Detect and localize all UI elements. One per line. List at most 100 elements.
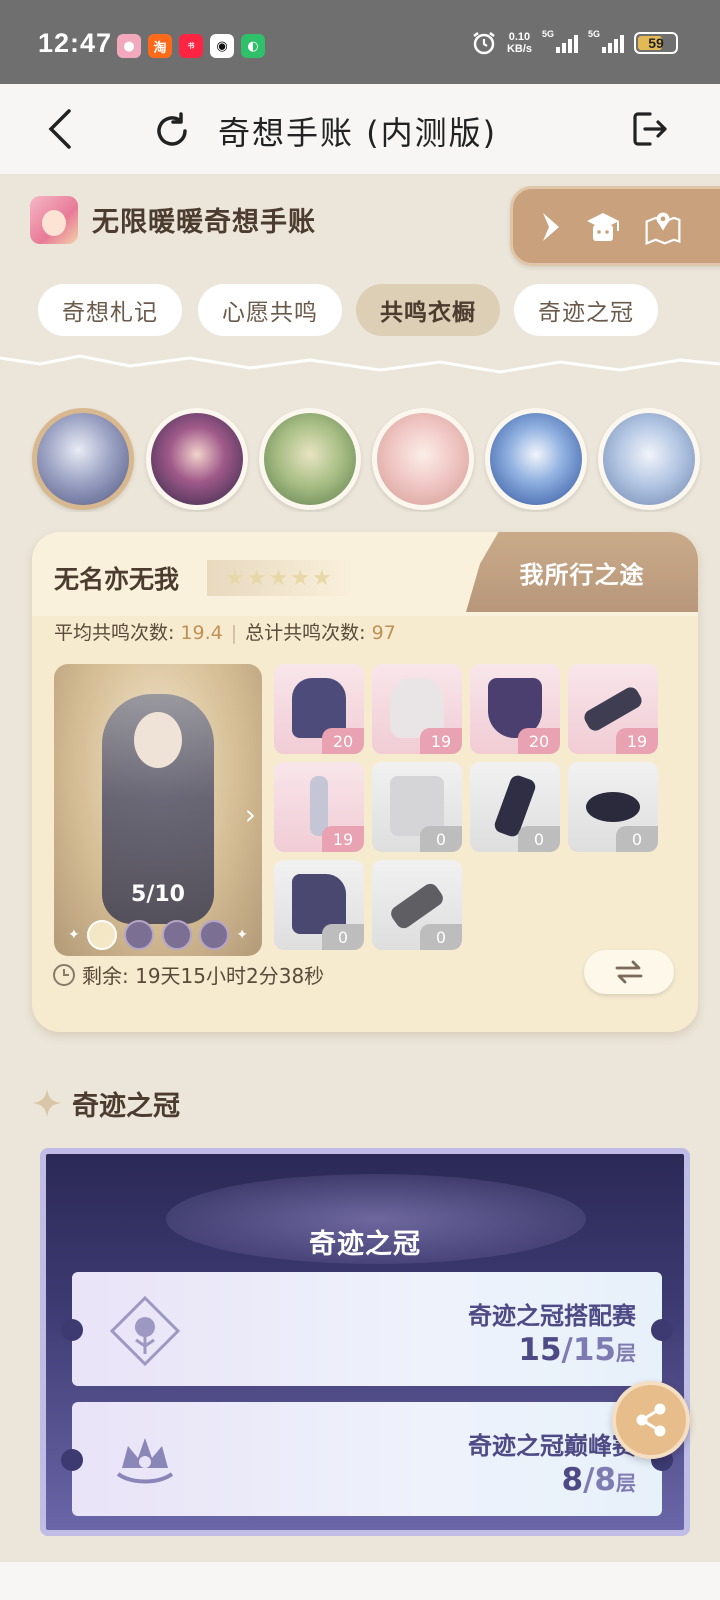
back-button[interactable] [40,106,80,152]
guide-button[interactable] [583,207,623,247]
character-4[interactable] [372,408,474,510]
item-dress[interactable]: 20 [274,664,364,754]
item-veil[interactable]: 20 [470,664,560,754]
swap-button[interactable] [584,950,674,994]
crown-entry-floors: 15/15层 [518,1332,636,1368]
crown-entry-styling-contest[interactable]: 奇迹之冠搭配赛 15/15层 [61,1272,673,1386]
nav-bar: 奇想手账 (内测版) [0,84,720,174]
section-title: 奇迹之冠 [72,1091,180,1122]
share-button[interactable] [612,1381,690,1459]
taobao-icon: 淘 [148,34,172,58]
evolution-dot-icon[interactable] [124,920,155,950]
miracle-crown-card: 奇迹之冠 奇迹之冠搭配赛 15/15层 奇迹之冠巅峰赛 8/8层 [40,1148,690,1536]
game-avatar [30,196,78,244]
suit-portrait[interactable]: › 5/10 ✦ ✦ [54,664,262,956]
character-1[interactable] [32,408,134,510]
crown-entry-floors: 8/8层 [562,1462,636,1498]
evolution-dot-icon[interactable] [161,920,192,950]
item-count: 0 [322,924,364,950]
item-count: 20 [518,728,560,754]
evolution-dot-icon[interactable] [87,920,118,950]
evolution-dot-icon[interactable] [198,920,229,950]
item-ornament[interactable]: 0 [470,762,560,852]
qq-icon: ◉ [210,34,234,58]
refresh-button[interactable] [150,109,194,153]
item-hat[interactable]: 0 [568,762,658,852]
play-button[interactable] [531,207,571,247]
item-count: 0 [616,826,658,852]
item-shoes[interactable]: 0 [274,860,364,950]
star-rating: ★ ★ ★ ★ ★ [207,560,357,596]
chevron-left-icon [48,109,71,149]
star-icon: ★ [225,565,245,591]
crown-entry-name: 奇迹之冠搭配赛 [468,1302,636,1330]
item-count: 19 [616,728,658,754]
exit-button[interactable] [628,107,672,151]
clock: 12:47 [38,28,113,58]
crown-entry-peak-contest[interactable]: 奇迹之冠巅峰赛 8/8层 [61,1402,673,1516]
bottom-bar [0,1562,720,1600]
tab-bar: 奇想札记 心愿共鸣 共鸣衣橱 奇迹之冠 [38,284,710,336]
torn-paper-divider [0,354,720,390]
floors-done: 15 [518,1332,562,1368]
suit-progress: 5/10 [131,882,185,907]
remaining-text: 剩余: 19天15小时2分38秒 [82,964,325,988]
remaining-time: 剩余: 19天15小时2分38秒 [52,960,324,989]
signal-1-label: 5G [542,29,555,39]
floors-unit: 层 [616,1341,636,1365]
path-tab[interactable]: 我所行之途 [466,532,698,612]
tab-miracle-crown[interactable]: 奇迹之冠 [514,284,658,336]
item-count: 19 [420,728,462,754]
character-3[interactable] [259,408,361,510]
character-6[interactable] [598,408,700,510]
item-headpiece[interactable]: 0 [372,762,462,852]
battery-icon: 59 [634,32,678,54]
game-app-icon: ● [117,34,141,58]
character-5[interactable] [485,408,587,510]
xiaohongshu-icon: 书 [179,34,203,58]
floors-total: /15 [561,1332,616,1368]
rose-emblem-icon [109,1295,181,1367]
item-earrings[interactable]: 19 [274,762,364,852]
signal-1-icon: 5G [542,29,578,53]
floors-done: 8 [561,1462,584,1498]
item-count: 0 [518,826,560,852]
item-gloves[interactable]: 19 [568,664,658,754]
floors-unit: 层 [616,1471,636,1495]
star-icon: ★ [246,565,267,591]
character-2[interactable] [146,408,248,510]
tab-notes[interactable]: 奇想札记 [38,284,182,336]
sparkle-star-icon [32,1088,62,1118]
avg-value: 19.4 [180,622,223,644]
star-icon: ★ [311,565,332,591]
avg-label: 平均共鸣次数: [54,622,181,644]
signal-2-icon: 5G [588,29,624,53]
crown-emblem-icon [116,1438,174,1484]
total-value: 97 [371,622,396,644]
evolution-dots: ✦ ✦ [68,920,248,950]
map-button[interactable] [643,207,683,247]
alarm-icon [473,32,495,55]
wechat-icon: ◐ [241,34,265,58]
crown-entry-name: 奇迹之冠巅峰赛 [468,1432,636,1460]
star-icon: ★ [268,565,289,591]
tab-resonance-wardrobe[interactable]: 共鸣衣橱 [356,284,500,336]
tool-panel [510,186,720,266]
item-accessory[interactable]: 0 [372,860,462,950]
floors-total: /8 [583,1462,616,1498]
stat-separator: | [230,622,238,644]
wardrobe-card: 我所行之途 无名亦无我 ★ ★ ★ ★ ★ 平均共鸣次数: 19.4 | 总计共鸣次数: 9… [32,532,698,1032]
item-count: 0 [420,924,462,950]
notification-icons: ● 淘 书 ◉ ◐ [117,34,265,58]
item-hair[interactable]: 19 [372,664,462,754]
play-arrow-icon [543,213,559,241]
star-icon: ★ [290,565,310,591]
crown-card-title: 奇迹之冠 [309,1229,421,1260]
exit-icon [633,112,667,146]
map-icon [645,212,681,245]
tab-wish-resonance[interactable]: 心愿共鸣 [198,284,342,336]
suit-name: 无名亦无我 [54,565,180,594]
net-speed-value: 0.10 [508,31,531,43]
signal-2-label: 5G [588,29,601,39]
page-title: 奇想手账 (内测版) [218,114,498,152]
